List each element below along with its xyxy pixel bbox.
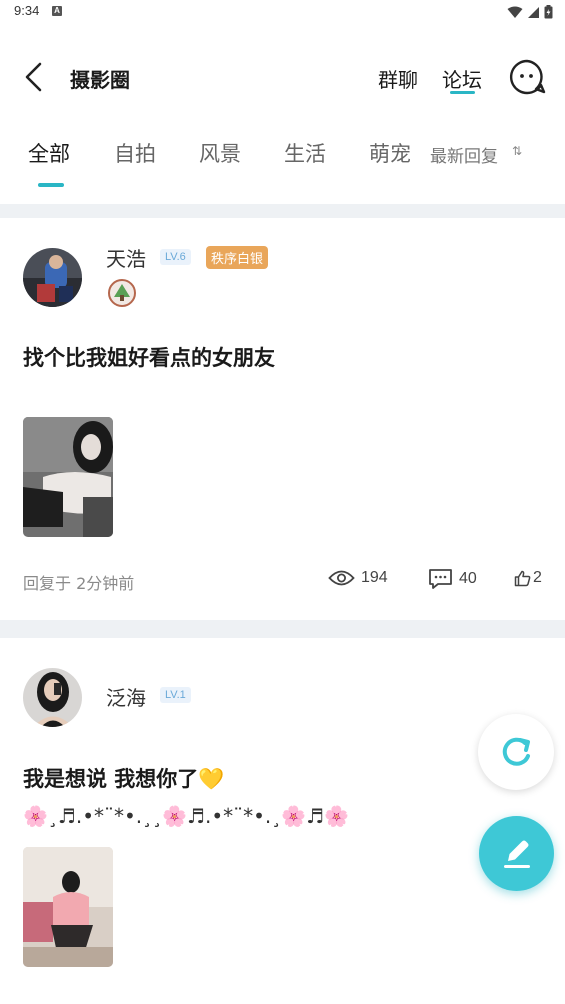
post-card[interactable]: 天浩 LV.6 秩序白银 找个比我姐好看点的女朋友 回复于 2分钟前 194 4…	[0, 218, 565, 620]
post-title[interactable]: 我是想说 我想你了💛	[23, 763, 224, 793]
username[interactable]: 泛海	[106, 682, 146, 711]
rank-badge: 秩序白银	[206, 246, 269, 269]
section-divider	[0, 620, 565, 638]
comment-icon	[429, 569, 452, 589]
tab-forum[interactable]: 论坛	[442, 64, 482, 93]
status-time: 9:34	[14, 3, 40, 18]
active-tab-indicator	[450, 91, 475, 94]
username[interactable]: 天浩	[106, 243, 146, 272]
tab-selfie[interactable]: 自拍	[114, 138, 156, 168]
tab-life[interactable]: 生活	[284, 138, 326, 168]
post-image[interactable]	[23, 417, 113, 537]
tab-group-chat[interactable]: 群聊	[378, 64, 418, 93]
section-divider	[0, 204, 565, 218]
view-count-value: 194	[361, 569, 388, 586]
eye-icon	[328, 570, 355, 586]
page-title: 摄影圈	[70, 68, 130, 92]
notification-icon: A	[52, 6, 62, 16]
post-card[interactable]: 泛海 LV.1 我是想说 我想你了💛 🌸¸♬.•*¨*•.¸¸🌸♬.•*¨*•.…	[0, 638, 565, 1004]
signal-icon	[528, 6, 539, 18]
view-count: 194	[328, 569, 388, 587]
avatar[interactable]	[23, 668, 82, 727]
title-bar: 摄影圈 群聊 论坛	[0, 44, 565, 110]
wifi-icon	[507, 6, 523, 18]
back-arrow-icon	[25, 62, 42, 92]
post-title[interactable]: 找个比我姐好看点的女朋友	[23, 342, 275, 372]
avatar[interactable]	[23, 248, 82, 307]
sort-icon[interactable]: ⇅	[512, 144, 522, 158]
refresh-icon	[502, 737, 530, 766]
back-button[interactable]	[20, 60, 48, 94]
status-bar: 9:34 A	[0, 0, 565, 24]
compose-button[interactable]	[479, 816, 554, 891]
sort-button[interactable]: 最新回复	[430, 142, 498, 167]
reply-time: 回复于 2分钟前	[23, 574, 135, 593]
like-count-value: 2	[533, 569, 542, 586]
tab-scenery[interactable]: 风景	[199, 138, 241, 168]
tab-all[interactable]: 全部	[28, 138, 70, 168]
like-count[interactable]: 2	[514, 569, 542, 587]
tab-pets[interactable]: 萌宠	[369, 138, 411, 168]
comment-count[interactable]: 40	[428, 568, 477, 590]
medal-icon	[108, 279, 136, 307]
comment-count-value: 40	[459, 570, 477, 587]
pencil-icon	[503, 840, 530, 868]
category-tabs: 全部 自拍 风景 生活 萌宠 最新回复 ⇅	[0, 128, 565, 188]
status-icons	[507, 5, 553, 19]
level-badge: LV.6	[160, 249, 191, 265]
post-subtitle: 🌸¸♬.•*¨*•.¸¸🌸♬.•*¨*•.¸🌸♬🌸	[23, 804, 350, 828]
post-image[interactable]	[23, 847, 113, 967]
refresh-button[interactable]	[478, 714, 554, 790]
chat-bubble-icon	[509, 59, 546, 95]
thumbs-up-icon	[514, 570, 531, 586]
battery-icon	[544, 5, 553, 19]
category-active-indicator	[38, 183, 64, 187]
message-button[interactable]	[508, 58, 546, 96]
level-badge: LV.1	[160, 687, 191, 703]
